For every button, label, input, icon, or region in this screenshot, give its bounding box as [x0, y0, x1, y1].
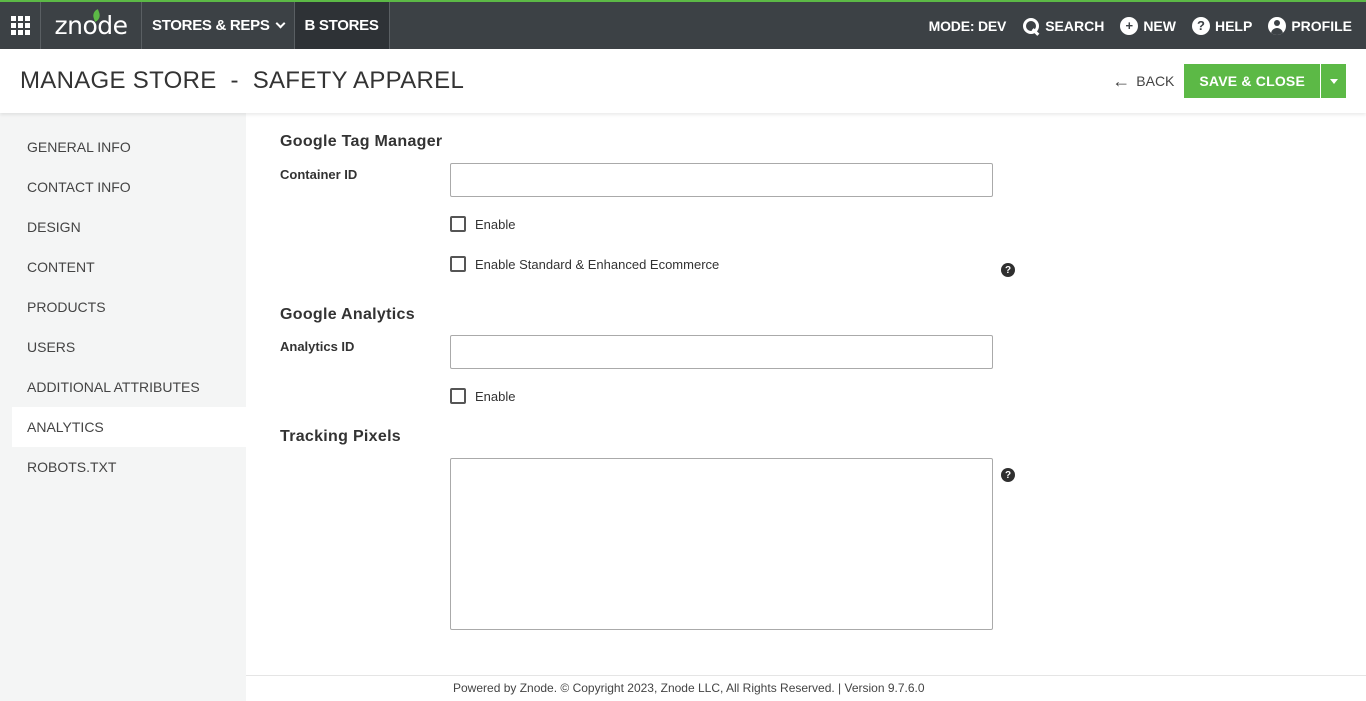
nav-b-stores[interactable]: B STORES — [294, 2, 390, 49]
gtm-ecommerce-row: Enable Standard & Enhanced Ecommerce — [450, 256, 719, 272]
sidebar-item-robots-txt[interactable]: ROBOTS.TXT — [12, 447, 246, 487]
tracking-section-title: Tracking Pixels — [280, 428, 402, 445]
gtm-ecommerce-checkbox[interactable] — [450, 256, 466, 272]
gtm-enable-checkbox[interactable] — [450, 216, 466, 232]
ecommerce-help-icon[interactable]: ? — [1001, 263, 1015, 277]
search-button[interactable]: SEARCH — [1022, 17, 1104, 35]
sidebar-item-products[interactable]: PRODUCTS — [12, 287, 246, 327]
profile-label: PROFILE — [1291, 17, 1352, 34]
plus-circle-icon: + — [1120, 16, 1139, 35]
container-id-input[interactable] — [450, 163, 993, 197]
nav-b-stores-label: B STORES — [304, 17, 379, 34]
page-footer: Powered by Znode. © Copyright 2023, Znod… — [246, 675, 1366, 701]
new-button[interactable]: + NEW — [1120, 16, 1176, 35]
analytics-id-input[interactable] — [450, 335, 993, 369]
sidebar-item-content[interactable]: CONTENT — [12, 247, 246, 287]
top-navbar: znode STORES & REPS B STORES MODE: DEV S… — [0, 0, 1366, 49]
container-id-label: Container ID — [280, 167, 358, 182]
mode-indicator: MODE: DEV — [928, 17, 1007, 34]
sidebar-item-general-info[interactable]: GENERAL INFO — [12, 127, 246, 167]
back-button[interactable]: ← BACK — [1112, 72, 1174, 90]
sidebar-item-design[interactable]: DESIGN — [12, 207, 246, 247]
tracking-pixels-textarea[interactable] — [450, 458, 993, 630]
new-label: NEW — [1143, 17, 1176, 34]
ga-enable-checkbox[interactable] — [450, 388, 466, 404]
chevron-down-icon — [275, 18, 285, 29]
gtm-enable-label: Enable — [475, 216, 516, 232]
apps-grid-button[interactable] — [0, 2, 41, 49]
question-circle-icon: ? — [1191, 16, 1210, 35]
znode-logo[interactable]: znode — [41, 2, 142, 49]
gtm-enable-row: Enable — [450, 216, 515, 232]
tracking-help-icon[interactable]: ? — [1001, 468, 1015, 482]
help-button[interactable]: ? HELP — [1191, 16, 1253, 35]
back-label: BACK — [1136, 73, 1175, 89]
main-content: Google Tag Manager Container ID Enable E… — [246, 113, 1366, 701]
search-label: SEARCH — [1045, 17, 1105, 34]
nav-stores-reps[interactable]: STORES & REPS — [142, 2, 295, 49]
gtm-section-title: Google Tag Manager — [280, 133, 443, 150]
caret-down-icon — [1329, 78, 1338, 84]
apps-grid-icon — [10, 16, 30, 35]
search-icon — [1022, 17, 1040, 35]
sidebar-item-contact-info[interactable]: CONTACT INFO — [12, 167, 246, 207]
profile-button[interactable]: PROFILE — [1268, 16, 1352, 35]
save-close-button[interactable]: SAVE & CLOSE — [1184, 64, 1320, 98]
brand-text: znode — [54, 11, 128, 40]
analytics-id-label: Analytics ID — [280, 339, 355, 354]
help-label: HELP — [1214, 17, 1253, 34]
ga-enable-row: Enable — [450, 388, 515, 404]
nav-stores-reps-label: STORES & REPS — [152, 17, 270, 34]
save-options-dropdown[interactable] — [1320, 64, 1346, 98]
page-title: MANAGE STORE - SAFETY APPAREL — [20, 67, 465, 94]
ga-section-title: Google Analytics — [280, 306, 415, 323]
page-header: MANAGE STORE - SAFETY APPAREL ← BACK SAV… — [0, 49, 1366, 113]
user-circle-icon — [1268, 16, 1287, 35]
gtm-ecommerce-label: Enable Standard & Enhanced Ecommerce — [475, 256, 720, 272]
sidebar-item-users[interactable]: USERS — [12, 327, 246, 367]
sidebar-item-additional-attributes[interactable]: ADDITIONAL ATTRIBUTES — [12, 367, 246, 407]
arrow-left-icon: ← — [1112, 71, 1131, 91]
ga-enable-label: Enable — [475, 388, 516, 404]
sidebar-item-analytics[interactable]: ANALYTICS — [12, 407, 246, 447]
sidebar: GENERAL INFO CONTACT INFO DESIGN CONTENT… — [0, 113, 246, 701]
